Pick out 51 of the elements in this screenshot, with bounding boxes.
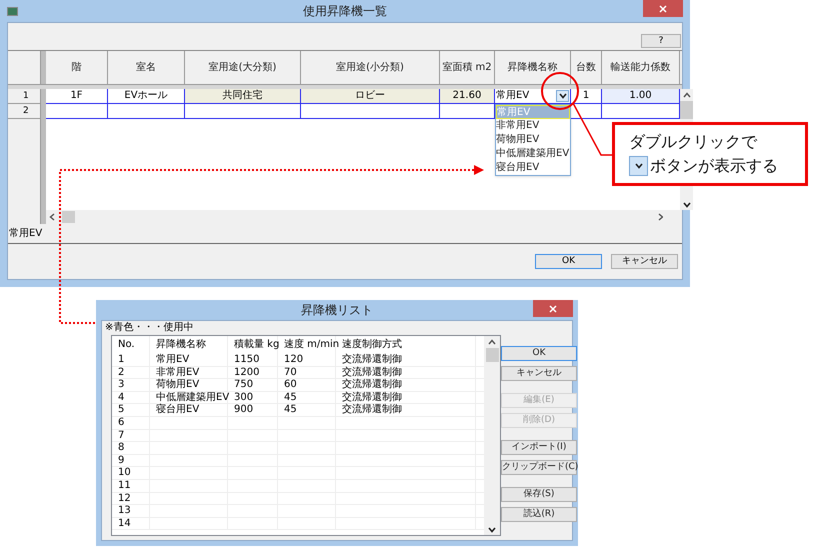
column-header: 室名 <box>108 51 185 84</box>
list-cell: 70 <box>284 366 297 378</box>
list-cell: 5 <box>118 404 124 416</box>
column-header: 室面積 m2 <box>440 51 495 84</box>
list-cell: 交流帰還制御 <box>342 366 402 378</box>
column-header: 室用途(小分類) <box>301 51 440 84</box>
list-cell: 交流帰還制御 <box>342 379 402 390</box>
window-title: 使用昇降機一覧 <box>302 3 388 20</box>
row-header: 1 <box>8 89 41 104</box>
list-cell: 11 <box>118 480 131 491</box>
list-cell: 2 <box>118 366 124 378</box>
list-cell: 10 <box>118 467 131 478</box>
note-text: ※青色・・・使用中 <box>105 322 194 334</box>
row-header: 2 <box>8 104 41 119</box>
column-header: 室用途(大分類) <box>185 51 301 84</box>
window-title: 昇降機リスト <box>300 302 374 319</box>
column-header: 階 <box>46 51 108 84</box>
list-cell: 45 <box>284 404 297 416</box>
list-cell: 3 <box>118 379 124 390</box>
list-cell: 13 <box>118 505 131 516</box>
list-cell: 12 <box>118 492 131 504</box>
list-cell: 900 <box>234 404 254 416</box>
list-cell: 60 <box>284 379 297 390</box>
list-cell: 交流帰還制御 <box>342 392 402 403</box>
list-cell: 14 <box>118 518 131 529</box>
list-cell: 6 <box>118 416 124 428</box>
status-text: 常用EV <box>8 226 42 241</box>
list-cell: 交流帰還制御 <box>342 404 402 416</box>
list-cell: 中低層建築用EV <box>156 392 230 403</box>
list-cell: 120 <box>284 354 304 365</box>
list-cell: 交流帰還制御 <box>342 354 402 365</box>
list-cell: 1200 <box>234 366 260 378</box>
list-cell: 常用EV <box>156 354 190 365</box>
list-cell: 750 <box>234 379 254 390</box>
callout-text: ボタンが表示する <box>650 155 778 177</box>
callout-text: ダブルクリックで <box>629 131 758 153</box>
list-cell: 45 <box>284 392 297 403</box>
list-cell: 寝台用EV <box>156 404 200 416</box>
list-cell: 荷物用EV <box>156 379 200 390</box>
list-cell: 4 <box>118 392 124 403</box>
list-cell: 300 <box>234 392 254 403</box>
column-header: 昇降機名称 <box>495 51 571 84</box>
list-cell: 非常用EV <box>156 366 200 378</box>
list-cell: 1150 <box>234 354 260 365</box>
cell-value: 常用EV <box>496 89 530 103</box>
list-cell: 7 <box>118 430 124 441</box>
column-header: 輸送能力係数 <box>602 51 680 84</box>
list-cell: 8 <box>118 442 124 454</box>
column-header: 台数 <box>571 51 602 84</box>
list-cell: 1 <box>118 354 124 365</box>
list-cell: 9 <box>118 454 124 466</box>
